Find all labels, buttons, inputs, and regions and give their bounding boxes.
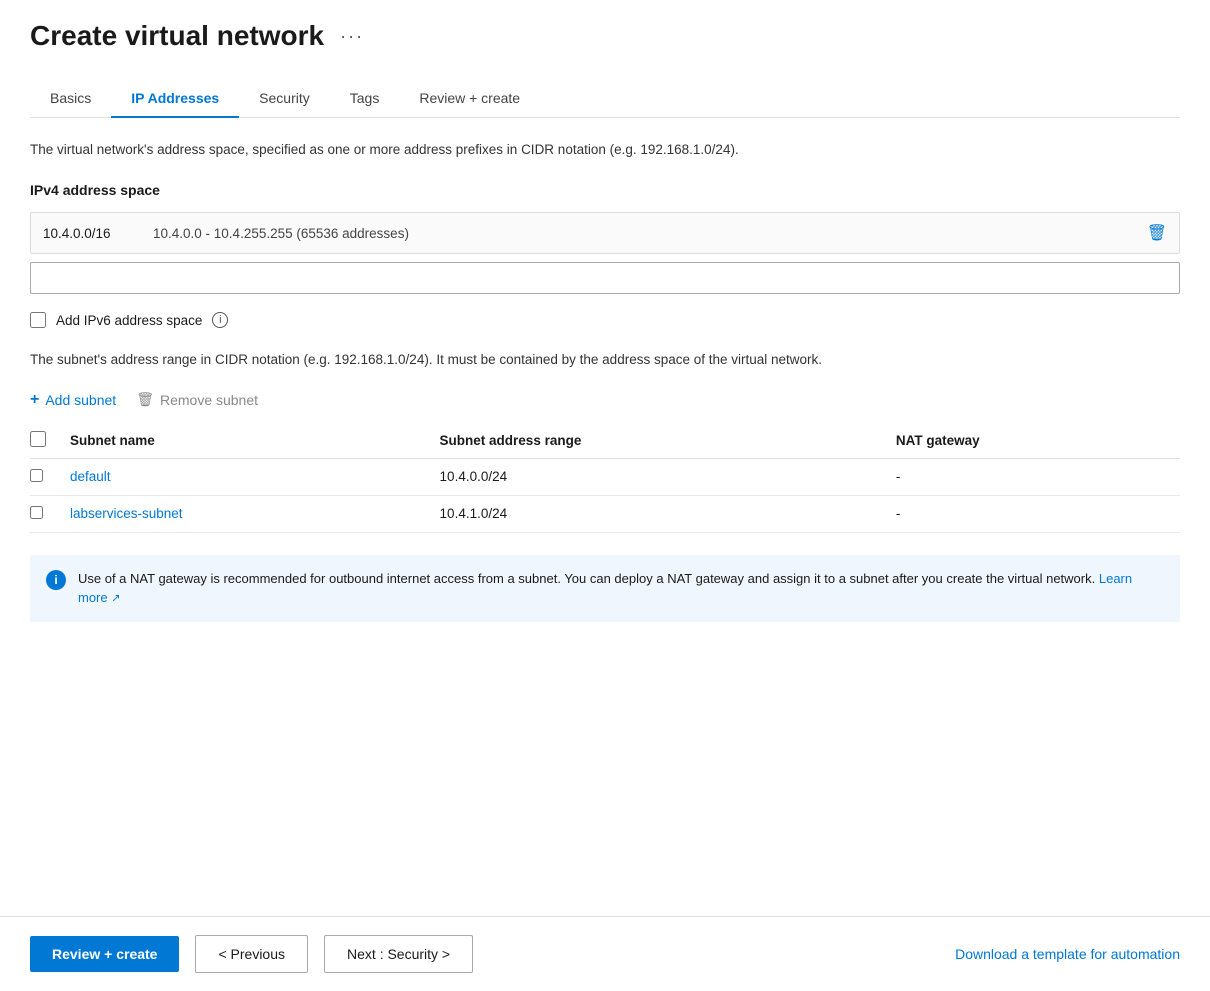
tab-ip-addresses[interactable]: IP Addresses (111, 80, 239, 118)
ellipsis-button[interactable]: ··· (334, 24, 370, 49)
address-range: 10.4.0.0 - 10.4.255.255 (65536 addresses… (153, 226, 1147, 241)
ipv6-checkbox[interactable] (30, 312, 46, 328)
subnet-table: Subnet name Subnet address range NAT gat… (30, 423, 1180, 533)
tabs-nav: Basics IP Addresses Security Tags Review… (30, 80, 1180, 118)
row1-checkbox[interactable] (30, 469, 43, 482)
remove-subnet-label: Remove subnet (160, 392, 258, 408)
subnet-actions: + Add subnet 🗑 Remove subnet (30, 391, 1180, 409)
address-space-input[interactable] (30, 262, 1180, 294)
delete-address-icon[interactable]: 🗑 (1147, 223, 1167, 243)
subnet-description: The subnet's address range in CIDR notat… (30, 350, 1180, 370)
col-subnet-name: Subnet name (70, 423, 440, 459)
tab-security[interactable]: Security (239, 80, 330, 118)
row2-checkbox-cell (30, 495, 70, 532)
remove-subnet-button[interactable]: 🗑 Remove subnet (136, 391, 258, 408)
row2-nat: - (896, 495, 1180, 532)
row1-subnet-range: 10.4.0.0/24 (440, 458, 896, 495)
col-nat-gateway: NAT gateway (896, 423, 1180, 459)
footer: Review + create < Previous Next : Securi… (0, 916, 1210, 991)
labservices-subnet-link[interactable]: labservices-subnet (70, 506, 183, 521)
page-title: Create virtual network (30, 20, 324, 52)
remove-subnet-icon: 🗑 (136, 391, 154, 408)
ipv6-info-icon[interactable]: i (212, 312, 228, 328)
nat-info-box: i Use of a NAT gateway is recommended fo… (30, 555, 1180, 622)
ipv6-checkbox-label: Add IPv6 address space (56, 313, 202, 328)
row1-subnet-name: default (70, 458, 440, 495)
previous-button[interactable]: < Previous (195, 935, 308, 973)
info-circle-icon: i (46, 570, 66, 590)
add-subnet-button[interactable]: + Add subnet (30, 391, 116, 409)
tab-basics[interactable]: Basics (30, 80, 111, 118)
table-header-checkbox (30, 423, 70, 459)
review-create-button[interactable]: Review + create (30, 936, 179, 972)
row1-nat: - (896, 458, 1180, 495)
row1-checkbox-cell (30, 458, 70, 495)
table-row: labservices-subnet 10.4.1.0/24 - (30, 495, 1180, 532)
address-space-row: 10.4.0.0/16 10.4.0.0 - 10.4.255.255 (655… (30, 212, 1180, 254)
select-all-checkbox[interactable] (30, 431, 46, 447)
address-space-description: The virtual network's address space, spe… (30, 140, 1180, 160)
ipv6-checkbox-row: Add IPv6 address space i (30, 312, 1180, 328)
ipv4-section-heading: IPv4 address space (30, 182, 1180, 198)
row2-subnet-name: labservices-subnet (70, 495, 440, 532)
address-cidr: 10.4.0.0/16 (43, 226, 153, 241)
default-subnet-link[interactable]: default (70, 469, 111, 484)
row2-checkbox[interactable] (30, 506, 43, 519)
tab-tags[interactable]: Tags (330, 80, 400, 118)
next-security-button[interactable]: Next : Security > (324, 935, 473, 973)
external-link-icon: ↗ (111, 592, 120, 604)
add-subnet-label: Add subnet (45, 392, 116, 408)
table-row: default 10.4.0.0/24 - (30, 458, 1180, 495)
nat-info-text: Use of a NAT gateway is recommended for … (78, 569, 1164, 608)
tab-review-create[interactable]: Review + create (399, 80, 540, 118)
download-template-button[interactable]: Download a template for automation (955, 936, 1180, 972)
col-subnet-range: Subnet address range (440, 423, 896, 459)
add-icon: + (30, 391, 39, 409)
row2-subnet-range: 10.4.1.0/24 (440, 495, 896, 532)
